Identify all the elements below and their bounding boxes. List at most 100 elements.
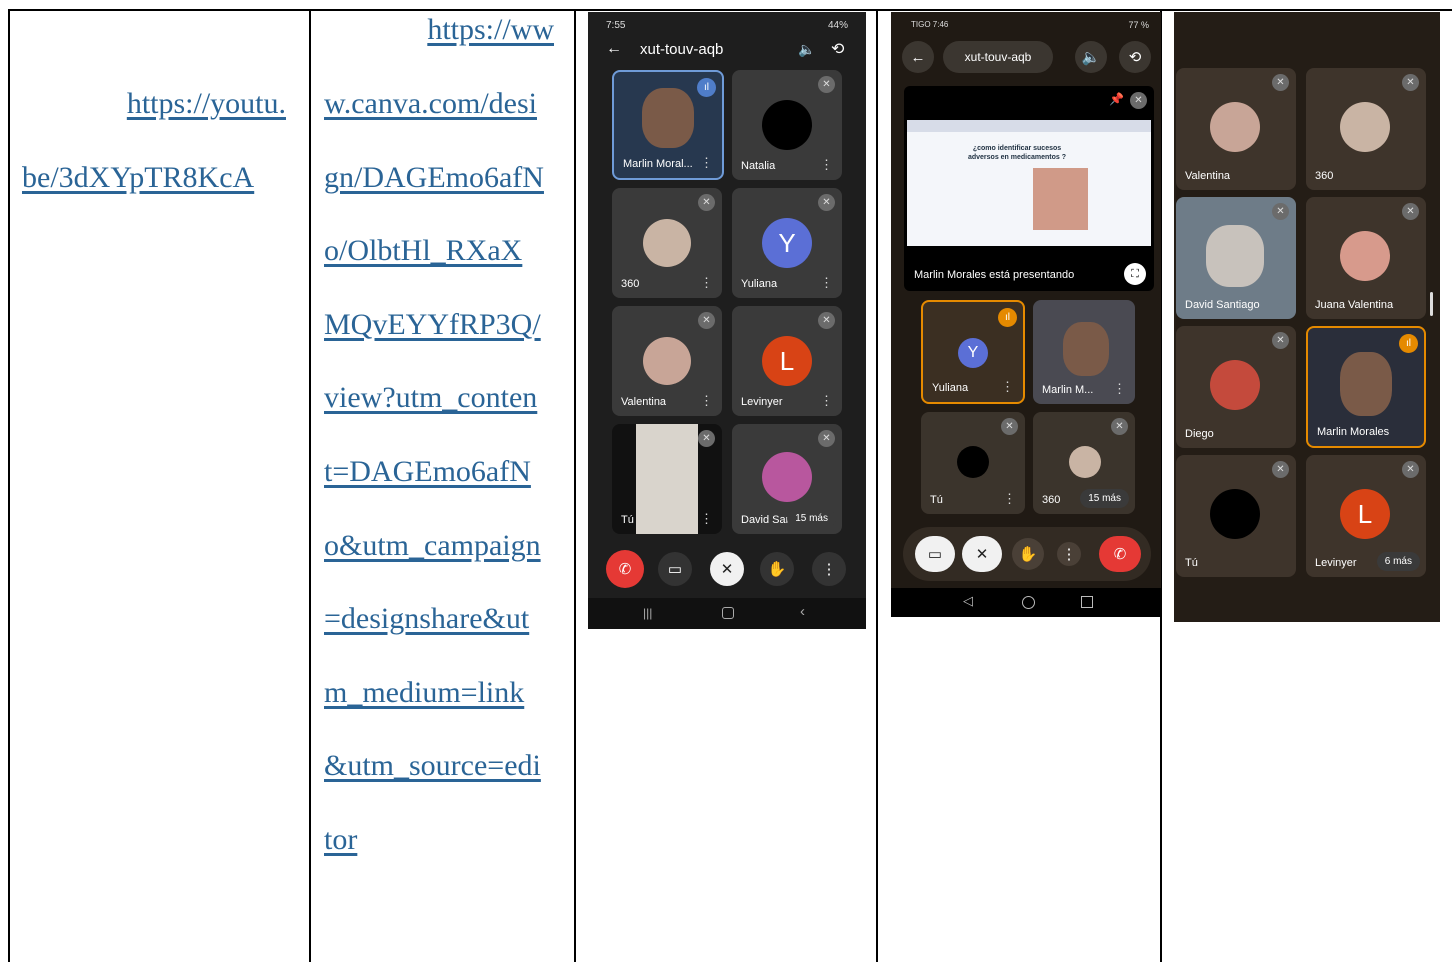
avatar: L bbox=[762, 336, 812, 386]
more-options-icon[interactable]: ⋮ bbox=[700, 155, 713, 171]
more-options-icon[interactable]: ⋮ bbox=[820, 275, 833, 291]
canva-link-line-3[interactable]: gn/DAGEmo6afN bbox=[324, 160, 544, 196]
tile-name: Yuliana bbox=[932, 382, 969, 394]
tile-david[interactable]: ✕ David Santiago bbox=[1176, 197, 1296, 319]
mic-off-icon: ✕ bbox=[698, 194, 715, 211]
mic-off-icon: ✕ bbox=[1272, 74, 1289, 91]
mic-off-icon: ✕ bbox=[1001, 418, 1018, 435]
tile-360[interactable]: ✕ 360 ⋮ bbox=[612, 188, 722, 298]
tile-name: Marlin Moral... bbox=[623, 158, 693, 170]
back-button[interactable]: ← bbox=[902, 41, 934, 73]
fullscreen-icon[interactable]: ⛶ bbox=[1124, 263, 1146, 285]
mic-off-icon: ✕ bbox=[1402, 74, 1419, 91]
presentation-tile[interactable]: ¿como identificar sucesos adversos en me… bbox=[904, 86, 1154, 291]
more-options-icon[interactable]: ⋮ bbox=[700, 275, 713, 291]
mic-off-icon: ✕ bbox=[1272, 203, 1289, 220]
tile-name: Valentina bbox=[621, 396, 667, 408]
nav-back-icon[interactable]: ‹ bbox=[800, 603, 805, 620]
mic-off-icon: ✕ bbox=[818, 312, 835, 329]
tile-name: Tú bbox=[621, 514, 634, 526]
tile-marlin[interactable]: Marlin M... ⋮ bbox=[1033, 300, 1135, 404]
scrollbar[interactable] bbox=[1430, 292, 1433, 316]
participant-video bbox=[1063, 322, 1109, 376]
more-options-icon[interactable]: ⋮ bbox=[1003, 491, 1016, 507]
end-call-button[interactable]: ✆ bbox=[606, 550, 644, 588]
canva-link-line-2[interactable]: w.canva.com/desi bbox=[324, 86, 537, 122]
canva-link-line-7[interactable]: t=DAGEmo6afN bbox=[324, 454, 531, 490]
more-participants-badge[interactable]: 6 más bbox=[1376, 552, 1420, 571]
tile-juana[interactable]: ✕ Juana Valentina bbox=[1306, 197, 1426, 319]
tile-360[interactable]: ✕ 360 bbox=[1306, 68, 1426, 190]
canva-link-line-8[interactable]: o&utm_campaign bbox=[324, 528, 541, 564]
canva-link-line-5[interactable]: MQvEYYfRP3Q/ bbox=[324, 307, 541, 343]
presenting-label: Marlin Morales está presentando bbox=[914, 269, 1075, 281]
avatar: L bbox=[1340, 489, 1390, 539]
home-icon[interactable] bbox=[722, 607, 734, 619]
avatar: Y bbox=[762, 218, 812, 268]
tile-yuliana[interactable]: Y ıl Yuliana ⋮ bbox=[921, 300, 1025, 404]
nav-back-icon[interactable]: ◁ bbox=[963, 593, 973, 609]
more-menu-button[interactable]: ⋮ bbox=[1057, 542, 1081, 566]
tile-yuliana[interactable]: Y ✕ Yuliana ⋮ bbox=[732, 188, 842, 298]
mic-off-icon: ✕ bbox=[1402, 203, 1419, 220]
tile-self[interactable]: ✕ Tú bbox=[1176, 455, 1296, 577]
tile-valentina[interactable]: ✕ Valentina ⋮ bbox=[612, 306, 722, 416]
tile-natalia[interactable]: ✕ Natalia ⋮ bbox=[732, 70, 842, 180]
canva-link-line-1[interactable]: https://ww bbox=[324, 12, 554, 48]
self-video bbox=[636, 424, 698, 534]
switch-camera-icon[interactable]: ⟲ bbox=[831, 39, 844, 59]
canva-link-line-10[interactable]: m_medium=link bbox=[324, 675, 524, 711]
home-icon[interactable] bbox=[1022, 596, 1035, 609]
more-options-icon[interactable]: ⋮ bbox=[1001, 379, 1014, 395]
tile-valentina[interactable]: ✕ Valentina bbox=[1176, 68, 1296, 190]
mic-off-icon: ✕ bbox=[818, 76, 835, 93]
avatar bbox=[1069, 446, 1101, 478]
mic-off-button[interactable]: ✕ bbox=[962, 536, 1002, 572]
pin-icon[interactable]: 📌 bbox=[1109, 92, 1124, 106]
tile-360[interactable]: ✕ 360 15 más bbox=[1033, 412, 1135, 514]
mic-off-icon: ✕ bbox=[698, 430, 715, 447]
more-participants-badge[interactable]: 15 más bbox=[1080, 489, 1129, 508]
more-options-icon[interactable]: ⋮ bbox=[820, 157, 833, 173]
meeting-code[interactable]: xut-touv-aqb bbox=[943, 41, 1053, 73]
tile-levinyer[interactable]: L ✕ Levinyer ⋮ bbox=[732, 306, 842, 416]
canva-link-line-12[interactable]: tor bbox=[324, 822, 357, 858]
tile-diego[interactable]: ✕ Diego bbox=[1176, 326, 1296, 448]
recents-icon[interactable] bbox=[1081, 596, 1093, 608]
table-border-col2 bbox=[574, 10, 576, 962]
more-options-icon[interactable]: ⋮ bbox=[700, 511, 713, 527]
tile-self[interactable]: ✕ Tú ⋮ bbox=[612, 424, 722, 534]
tile-david[interactable]: ✕ David San 15 más bbox=[732, 424, 842, 534]
speaker-button[interactable]: 🔈 bbox=[1075, 41, 1107, 73]
canva-link-line-4[interactable]: o/OlbtHl_RXaX bbox=[324, 233, 522, 269]
switch-camera-button[interactable]: ⟲ bbox=[1119, 41, 1151, 73]
tile-marlin[interactable]: ıl Marlin Morales bbox=[1306, 326, 1426, 448]
tile-marlin[interactable]: ıl Marlin Moral... ⋮ bbox=[612, 70, 724, 180]
more-options-icon[interactable]: ⋮ bbox=[820, 393, 833, 409]
more-options-icon[interactable]: ⋮ bbox=[1113, 381, 1126, 397]
meeting-code[interactable]: xut-touv-aqb bbox=[640, 41, 723, 58]
avatar bbox=[1340, 102, 1390, 152]
recents-icon[interactable]: ||| bbox=[643, 606, 652, 620]
back-arrow-icon[interactable]: ← bbox=[606, 40, 622, 58]
avatar bbox=[1210, 360, 1260, 410]
more-menu-button[interactable]: ⋮ bbox=[812, 552, 846, 586]
mic-button[interactable]: ✕ bbox=[710, 552, 744, 586]
raise-hand-button[interactable]: ✋ bbox=[760, 552, 794, 586]
youtube-link-line-1[interactable]: https://youtu. bbox=[20, 86, 286, 122]
tile-levinyer[interactable]: L ✕ Levinyer 6 más bbox=[1306, 455, 1426, 577]
camera-button[interactable]: ▭ bbox=[658, 552, 692, 586]
canva-link-line-11[interactable]: &utm_source=edi bbox=[324, 748, 541, 784]
youtube-link-line-2[interactable]: be/3dXYpTR8KcA bbox=[22, 160, 254, 196]
participant-video bbox=[1206, 225, 1264, 287]
tile-self[interactable]: ✕ Tú ⋮ bbox=[921, 412, 1025, 514]
camera-off-button[interactable]: ▭ bbox=[915, 536, 955, 572]
speaker-icon[interactable]: 🔈 bbox=[798, 41, 815, 58]
canva-link-line-6[interactable]: view?utm_conten bbox=[324, 380, 537, 416]
canva-link-line-9[interactable]: =designshare&ut bbox=[324, 601, 529, 637]
more-participants-badge[interactable]: 15 más bbox=[787, 509, 836, 528]
meet-screenshot-1: 7:55 44% ← xut-touv-aqb 🔈 ⟲ ıl Marlin Mo… bbox=[588, 12, 866, 629]
more-options-icon[interactable]: ⋮ bbox=[700, 393, 713, 409]
end-call-button[interactable]: ✆ bbox=[1099, 536, 1141, 572]
raise-hand-button[interactable]: ✋ bbox=[1012, 538, 1044, 570]
